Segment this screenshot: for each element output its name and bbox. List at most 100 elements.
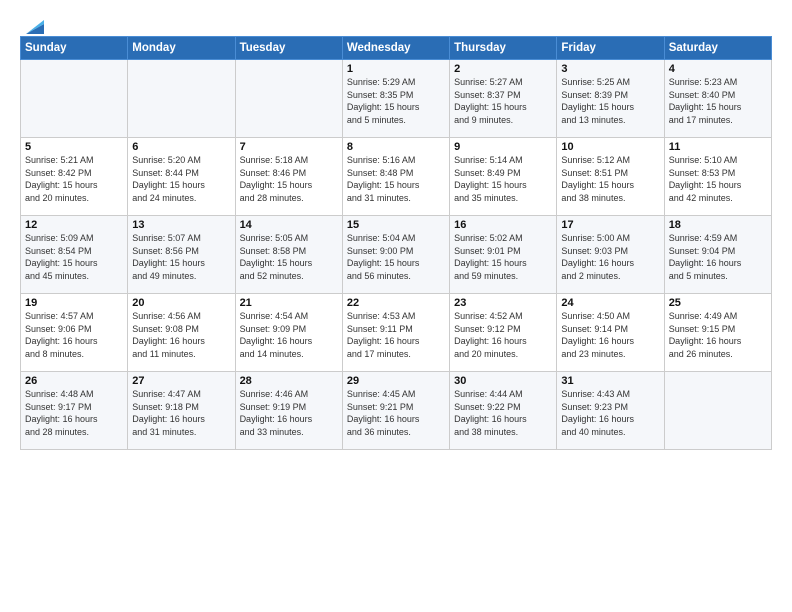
day-info: Sunrise: 4:57 AMSunset: 9:06 PMDaylight:… [25,310,123,360]
day-info: Sunrise: 5:20 AMSunset: 8:44 PMDaylight:… [132,154,230,204]
day-number: 6 [132,141,230,153]
day-info: Sunrise: 4:59 AMSunset: 9:04 PMDaylight:… [669,232,767,282]
day-cell: 5Sunrise: 5:21 AMSunset: 8:42 PMDaylight… [21,138,128,216]
day-cell: 23Sunrise: 4:52 AMSunset: 9:12 PMDayligh… [450,294,557,372]
col-header-friday: Friday [557,37,664,60]
day-number: 15 [347,219,445,231]
col-header-thursday: Thursday [450,37,557,60]
day-cell: 24Sunrise: 4:50 AMSunset: 9:14 PMDayligh… [557,294,664,372]
day-info: Sunrise: 5:02 AMSunset: 9:01 PMDaylight:… [454,232,552,282]
day-info: Sunrise: 4:46 AMSunset: 9:19 PMDaylight:… [240,388,338,438]
day-number: 5 [25,141,123,153]
col-header-tuesday: Tuesday [235,37,342,60]
logo-icon [22,16,44,34]
day-cell: 19Sunrise: 4:57 AMSunset: 9:06 PMDayligh… [21,294,128,372]
day-number: 4 [669,63,767,75]
day-cell: 22Sunrise: 4:53 AMSunset: 9:11 PMDayligh… [342,294,449,372]
day-number: 8 [347,141,445,153]
day-info: Sunrise: 4:48 AMSunset: 9:17 PMDaylight:… [25,388,123,438]
day-cell: 25Sunrise: 4:49 AMSunset: 9:15 PMDayligh… [664,294,771,372]
day-number: 11 [669,141,767,153]
day-cell: 17Sunrise: 5:00 AMSunset: 9:03 PMDayligh… [557,216,664,294]
day-number: 24 [561,297,659,309]
day-info: Sunrise: 5:25 AMSunset: 8:39 PMDaylight:… [561,76,659,126]
day-number: 29 [347,375,445,387]
day-cell: 10Sunrise: 5:12 AMSunset: 8:51 PMDayligh… [557,138,664,216]
day-number: 17 [561,219,659,231]
day-cell [128,60,235,138]
day-cell: 28Sunrise: 4:46 AMSunset: 9:19 PMDayligh… [235,372,342,450]
day-cell: 31Sunrise: 4:43 AMSunset: 9:23 PMDayligh… [557,372,664,450]
day-info: Sunrise: 4:52 AMSunset: 9:12 PMDaylight:… [454,310,552,360]
week-row-4: 26Sunrise: 4:48 AMSunset: 9:17 PMDayligh… [21,372,772,450]
day-cell: 12Sunrise: 5:09 AMSunset: 8:54 PMDayligh… [21,216,128,294]
day-number: 26 [25,375,123,387]
day-info: Sunrise: 5:09 AMSunset: 8:54 PMDaylight:… [25,232,123,282]
page: SundayMondayTuesdayWednesdayThursdayFrid… [0,0,792,460]
day-cell: 7Sunrise: 5:18 AMSunset: 8:46 PMDaylight… [235,138,342,216]
header-row: SundayMondayTuesdayWednesdayThursdayFrid… [21,37,772,60]
day-info: Sunrise: 5:10 AMSunset: 8:53 PMDaylight:… [669,154,767,204]
day-number: 30 [454,375,552,387]
day-info: Sunrise: 5:00 AMSunset: 9:03 PMDaylight:… [561,232,659,282]
day-cell: 18Sunrise: 4:59 AMSunset: 9:04 PMDayligh… [664,216,771,294]
day-info: Sunrise: 5:21 AMSunset: 8:42 PMDaylight:… [25,154,123,204]
day-info: Sunrise: 4:53 AMSunset: 9:11 PMDaylight:… [347,310,445,360]
day-cell: 8Sunrise: 5:16 AMSunset: 8:48 PMDaylight… [342,138,449,216]
day-number: 21 [240,297,338,309]
day-info: Sunrise: 5:04 AMSunset: 9:00 PMDaylight:… [347,232,445,282]
logo [20,16,44,30]
day-cell: 30Sunrise: 4:44 AMSunset: 9:22 PMDayligh… [450,372,557,450]
day-cell: 26Sunrise: 4:48 AMSunset: 9:17 PMDayligh… [21,372,128,450]
day-info: Sunrise: 5:05 AMSunset: 8:58 PMDaylight:… [240,232,338,282]
day-number: 3 [561,63,659,75]
day-info: Sunrise: 4:49 AMSunset: 9:15 PMDaylight:… [669,310,767,360]
day-info: Sunrise: 4:45 AMSunset: 9:21 PMDaylight:… [347,388,445,438]
day-number: 2 [454,63,552,75]
day-info: Sunrise: 4:56 AMSunset: 9:08 PMDaylight:… [132,310,230,360]
day-info: Sunrise: 5:23 AMSunset: 8:40 PMDaylight:… [669,76,767,126]
day-cell: 16Sunrise: 5:02 AMSunset: 9:01 PMDayligh… [450,216,557,294]
day-info: Sunrise: 5:07 AMSunset: 8:56 PMDaylight:… [132,232,230,282]
day-cell: 3Sunrise: 5:25 AMSunset: 8:39 PMDaylight… [557,60,664,138]
day-number: 16 [454,219,552,231]
day-info: Sunrise: 5:29 AMSunset: 8:35 PMDaylight:… [347,76,445,126]
week-row-2: 12Sunrise: 5:09 AMSunset: 8:54 PMDayligh… [21,216,772,294]
day-cell: 2Sunrise: 5:27 AMSunset: 8:37 PMDaylight… [450,60,557,138]
day-number: 7 [240,141,338,153]
day-info: Sunrise: 4:50 AMSunset: 9:14 PMDaylight:… [561,310,659,360]
day-number: 22 [347,297,445,309]
day-cell: 14Sunrise: 5:05 AMSunset: 8:58 PMDayligh… [235,216,342,294]
day-info: Sunrise: 4:47 AMSunset: 9:18 PMDaylight:… [132,388,230,438]
day-number: 27 [132,375,230,387]
header [20,16,772,30]
day-number: 23 [454,297,552,309]
col-header-monday: Monday [128,37,235,60]
day-number: 1 [347,63,445,75]
day-cell [664,372,771,450]
calendar-table: SundayMondayTuesdayWednesdayThursdayFrid… [20,36,772,450]
day-number: 10 [561,141,659,153]
day-number: 14 [240,219,338,231]
day-number: 28 [240,375,338,387]
day-cell: 6Sunrise: 5:20 AMSunset: 8:44 PMDaylight… [128,138,235,216]
day-info: Sunrise: 4:54 AMSunset: 9:09 PMDaylight:… [240,310,338,360]
day-cell: 20Sunrise: 4:56 AMSunset: 9:08 PMDayligh… [128,294,235,372]
day-number: 20 [132,297,230,309]
day-number: 12 [25,219,123,231]
day-number: 18 [669,219,767,231]
day-cell [235,60,342,138]
week-row-0: 1Sunrise: 5:29 AMSunset: 8:35 PMDaylight… [21,60,772,138]
day-number: 31 [561,375,659,387]
day-number: 19 [25,297,123,309]
day-cell: 21Sunrise: 4:54 AMSunset: 9:09 PMDayligh… [235,294,342,372]
day-info: Sunrise: 5:14 AMSunset: 8:49 PMDaylight:… [454,154,552,204]
day-cell: 1Sunrise: 5:29 AMSunset: 8:35 PMDaylight… [342,60,449,138]
day-info: Sunrise: 5:18 AMSunset: 8:46 PMDaylight:… [240,154,338,204]
col-header-wednesday: Wednesday [342,37,449,60]
week-row-3: 19Sunrise: 4:57 AMSunset: 9:06 PMDayligh… [21,294,772,372]
day-cell: 4Sunrise: 5:23 AMSunset: 8:40 PMDaylight… [664,60,771,138]
day-info: Sunrise: 4:44 AMSunset: 9:22 PMDaylight:… [454,388,552,438]
day-number: 9 [454,141,552,153]
day-info: Sunrise: 5:12 AMSunset: 8:51 PMDaylight:… [561,154,659,204]
